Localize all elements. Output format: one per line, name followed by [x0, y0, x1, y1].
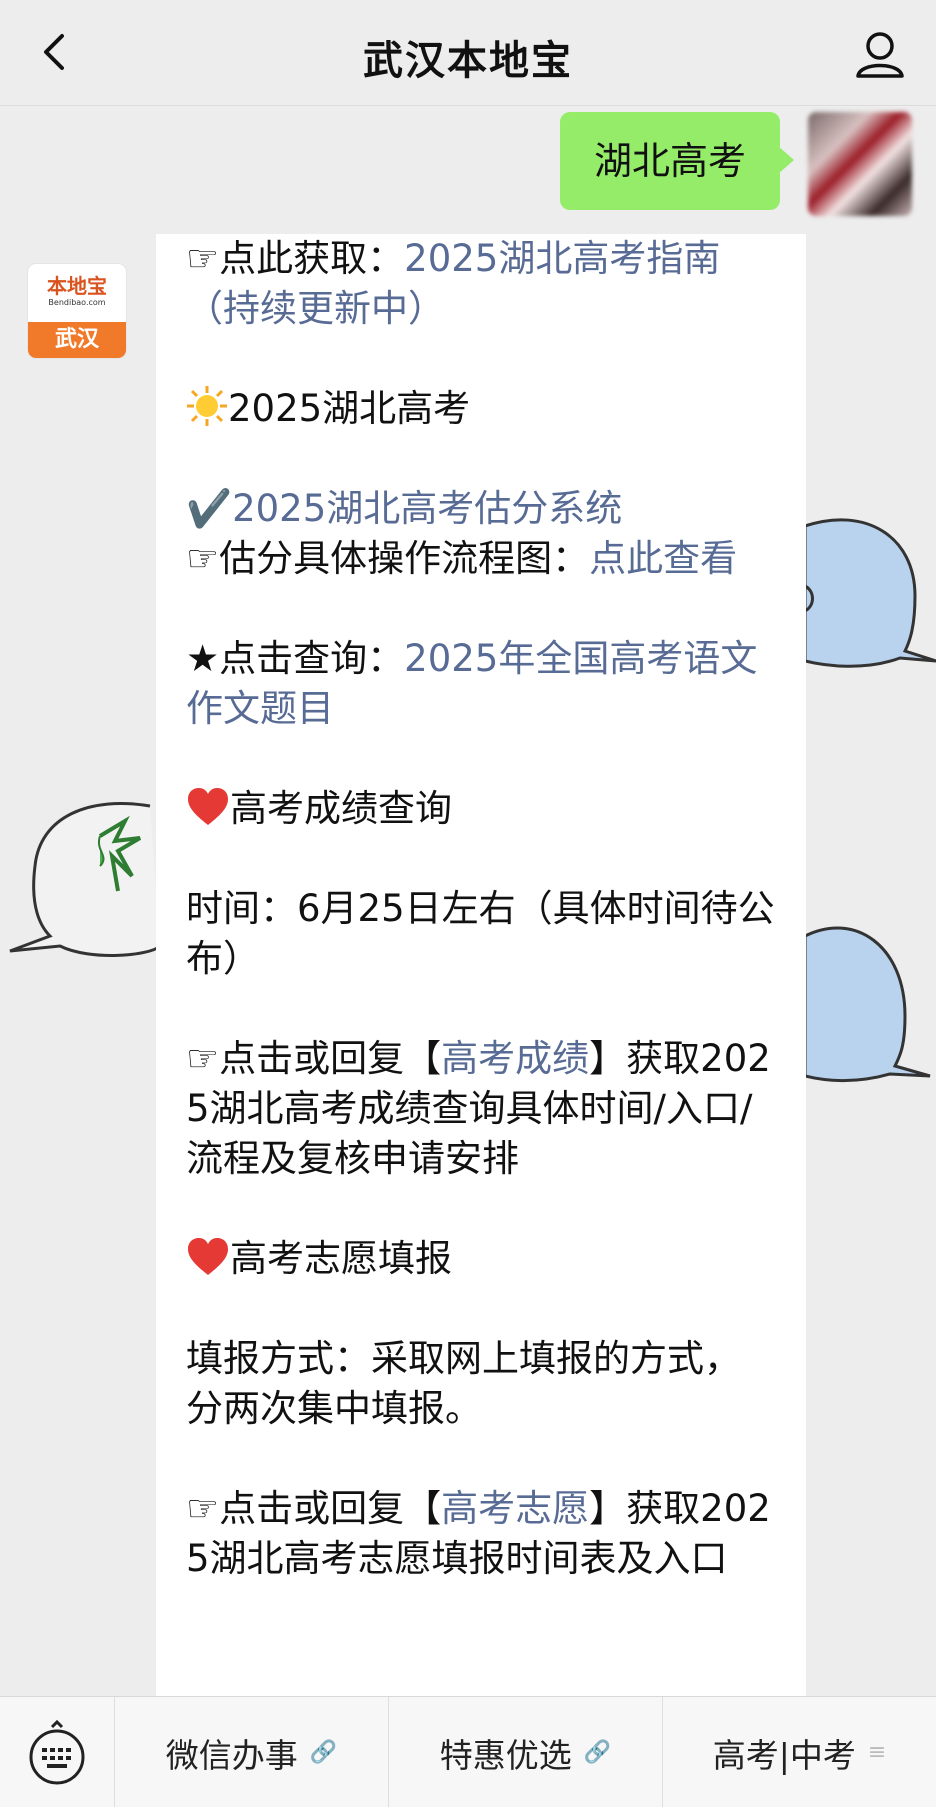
speech-bubble-doodle-icon	[9, 802, 160, 957]
check-mark-icon: ✔️	[186, 487, 233, 530]
logo-text-bottom: 武汉	[28, 322, 126, 358]
logo-text-mid: Bendibao.com	[48, 298, 106, 307]
menu-item-special-offers[interactable]: 特惠优选 🔗	[389, 1697, 663, 1807]
menu-item-wechat-services[interactable]: 微信办事 🔗	[115, 1697, 389, 1807]
article-paragraph: 填报方式：采取网上填报的方式，分两次集中填报。	[186, 1337, 741, 1430]
speech-bubble-doodle-icon	[805, 518, 936, 668]
article-paragraph: ☞点击或回复【高考志愿】获取2025湖北高考志愿填报时间表及入口	[186, 1487, 771, 1580]
menu-item-exams[interactable]: 高考|中考 ≡	[663, 1697, 936, 1807]
article-paragraph: 高考志愿填报	[186, 1234, 776, 1284]
link-icon: 🔗	[309, 1740, 338, 1765]
article-paragraph: ✔️2025湖北高考估分系统 ☞估分具体操作流程图：点此查看	[186, 487, 738, 580]
score-reply-link[interactable]: 高考成绩	[441, 1037, 589, 1080]
article-paragraph: ★点击查询：2025年全国高考语文作文题目	[186, 637, 758, 730]
article-paragraph: 2025湖北高考	[186, 384, 776, 434]
article-paragraph: ☞点此获取：2025湖北高考指南（持续更新中）	[186, 237, 721, 330]
article-paragraph: 时间：6月25日左右（具体时间待公布）	[186, 887, 775, 980]
profile-button[interactable]	[850, 24, 910, 84]
speech-bubble-doodle-icon	[805, 926, 931, 1083]
person-icon	[856, 32, 904, 78]
keyboard-toggle-button[interactable]	[0, 1697, 115, 1807]
top-navigation-bar: 武汉本地宝	[0, 0, 936, 106]
score-estimate-link[interactable]: 2025湖北高考估分系统	[232, 487, 622, 530]
bottom-menu-bar: 微信办事 🔗 特惠优选 🔗 高考|中考 ≡	[0, 1696, 936, 1807]
heart-emoji-icon	[188, 1238, 228, 1275]
article-paragraph: ☞点击或回复【高考成绩】获取2025湖北高考成绩查询具体时间/入口/流程及复核申…	[186, 1037, 771, 1180]
volunteer-reply-link[interactable]: 高考志愿	[441, 1487, 589, 1530]
outgoing-message-bubble[interactable]: 湖北高考	[559, 112, 795, 210]
link-icon: 🔗	[583, 1740, 612, 1765]
incoming-message-card: ☞点此获取：2025湖北高考指南（持续更新中） 2025湖北高考 ✔️2025湖…	[156, 234, 806, 1696]
page-title: 武汉本地宝	[363, 38, 573, 84]
sun-emoji-icon	[187, 386, 227, 426]
user-avatar[interactable]	[808, 112, 912, 216]
logo-text-top: 本地宝	[47, 274, 107, 298]
article-paragraph: 高考成绩查询	[186, 784, 776, 834]
chat-area[interactable]: 湖北高考 本地宝 Bendibao.com 武汉 ☞点此获取：2025湖北高考指…	[0, 106, 936, 1696]
account-avatar[interactable]: 本地宝 Bendibao.com 武汉	[28, 264, 126, 358]
keyboard-icon	[29, 1719, 85, 1785]
heart-emoji-icon	[188, 788, 228, 825]
flowchart-link[interactable]: 点此查看	[589, 537, 737, 580]
menu-lines-icon: ≡	[867, 1740, 887, 1765]
